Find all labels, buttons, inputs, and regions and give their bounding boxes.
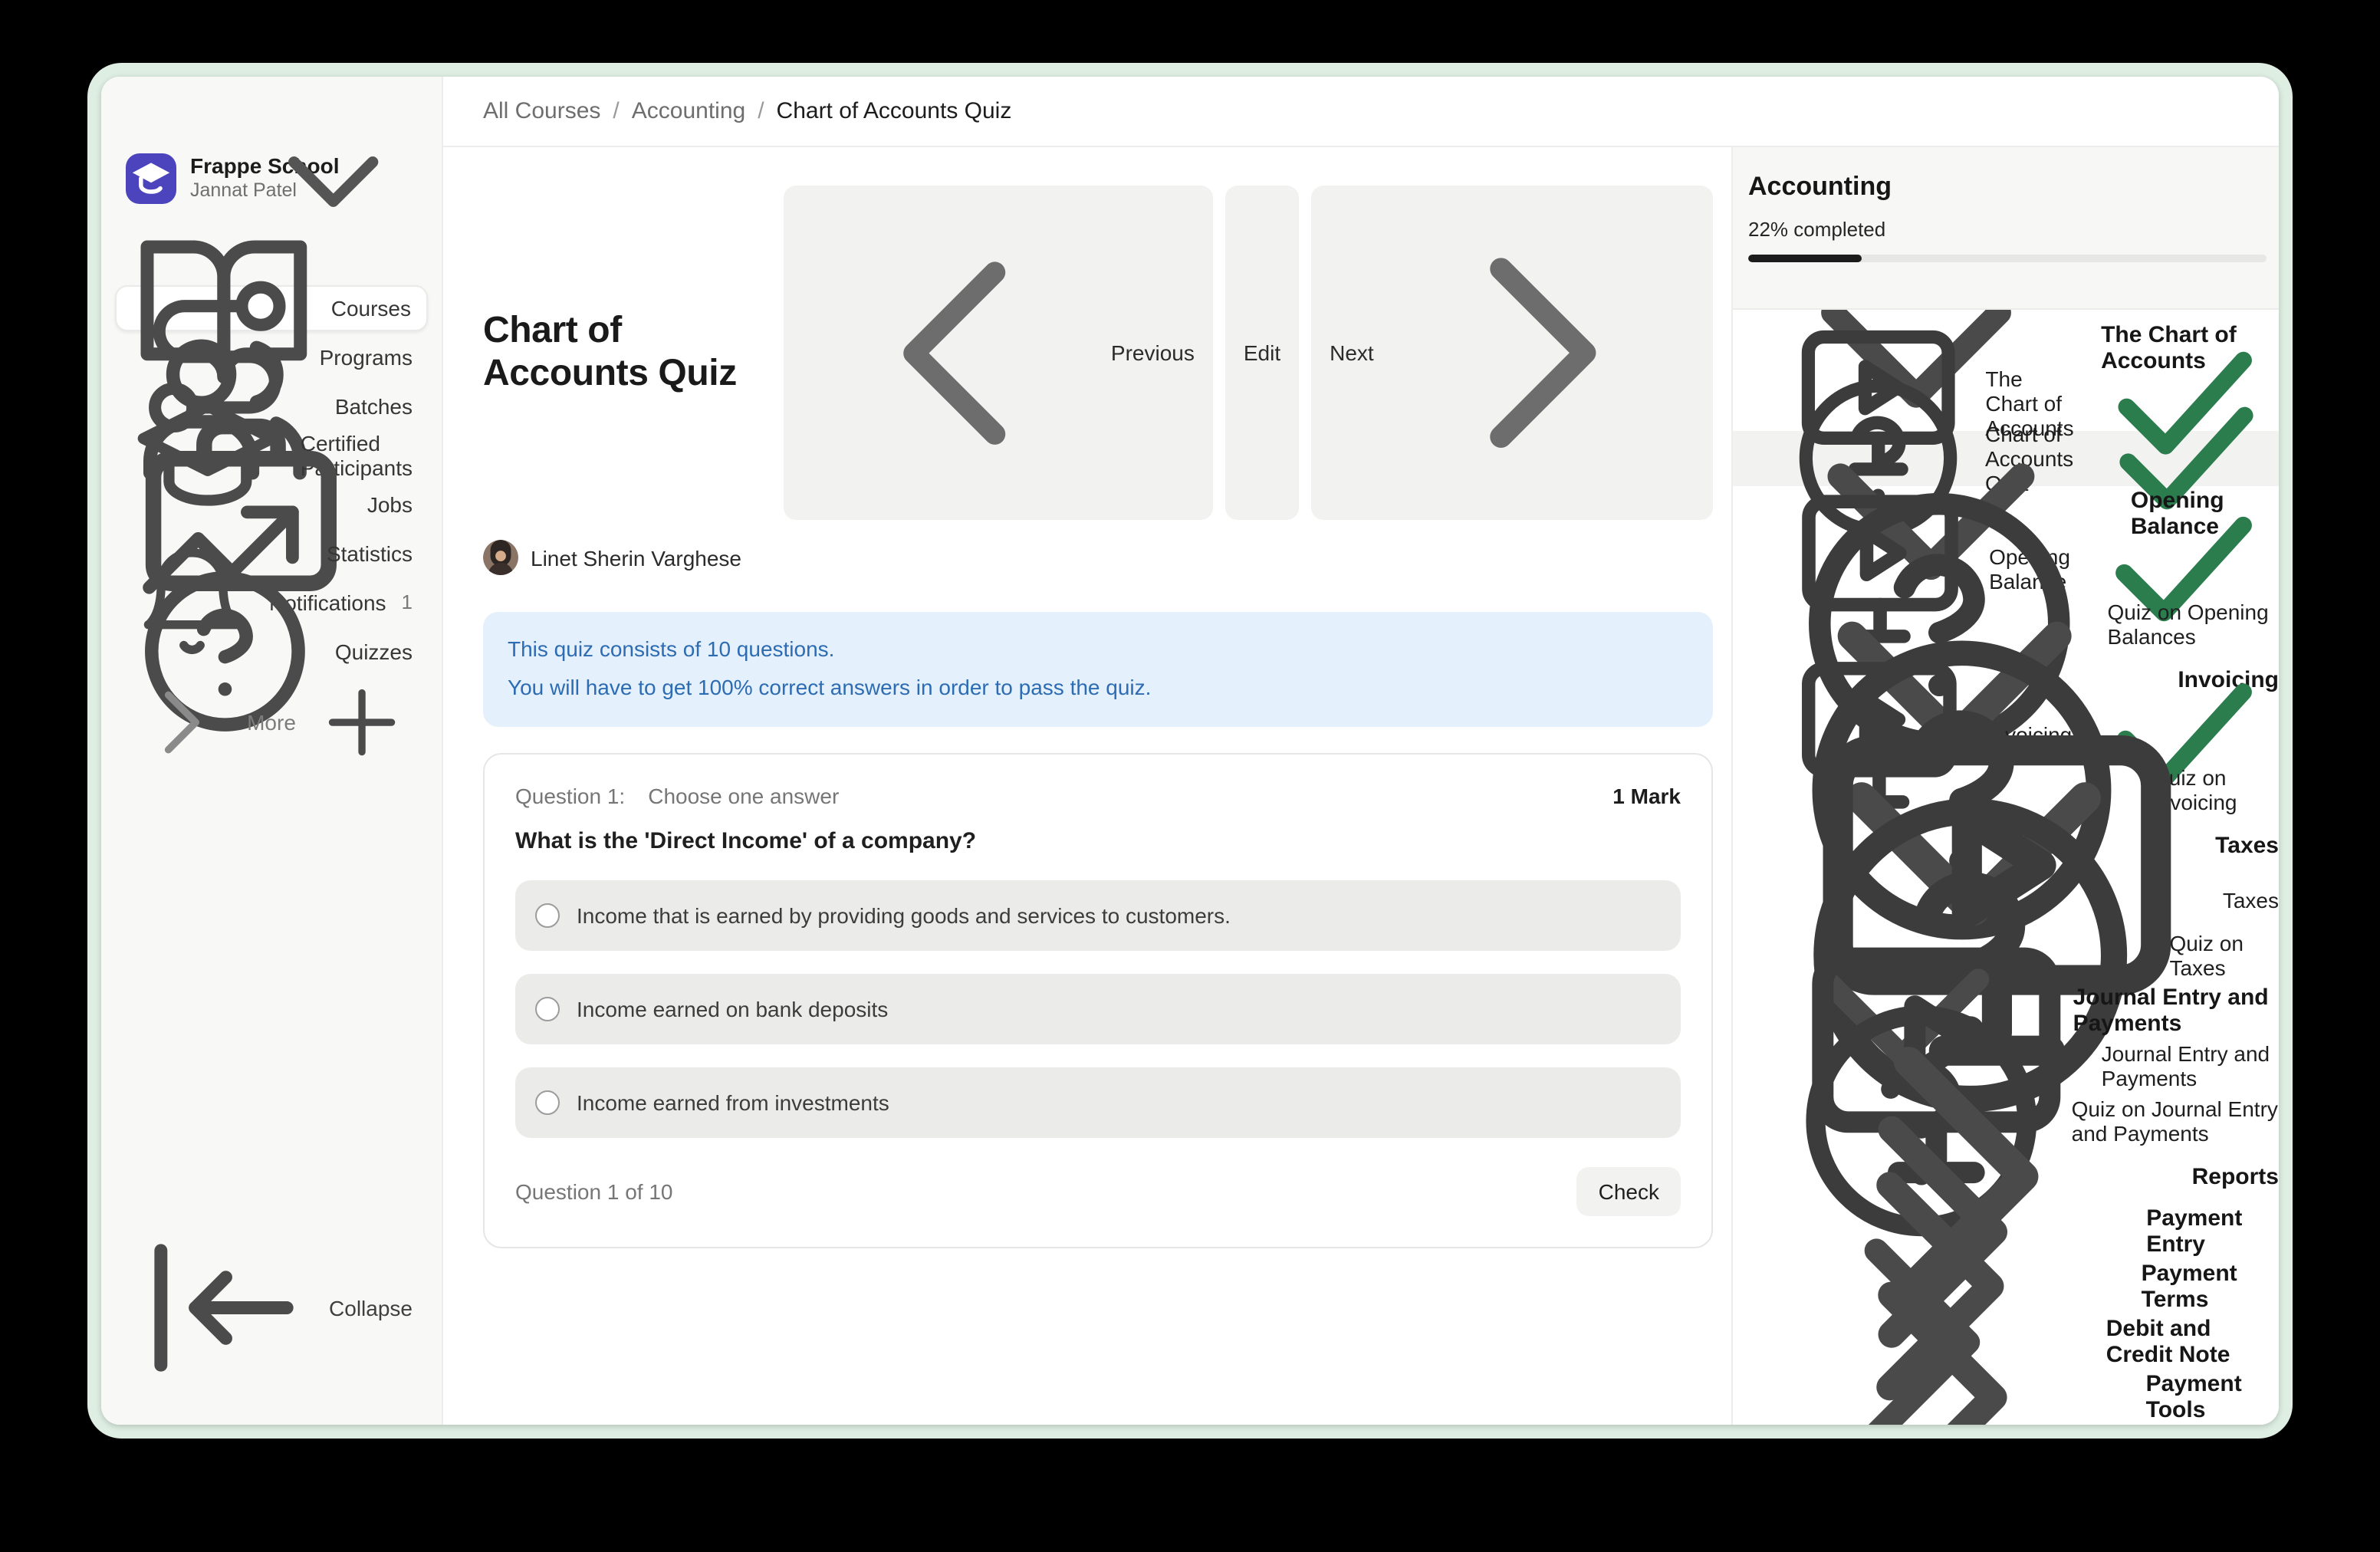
screen: Frappe School Jannat Patel Courses Progr…: [0, 0, 2380, 1552]
section-label: Payment Tools: [2146, 1371, 2279, 1423]
next-button[interactable]: Next: [1311, 186, 1713, 520]
quiz-option-3[interactable]: Income earned from investments: [515, 1067, 1681, 1137]
notice-line-1: This quiz consists of 10 questions.: [508, 630, 1688, 669]
previous-label: Previous: [1111, 340, 1195, 365]
course-outline: The Chart of Accounts The Chart of Accou…: [1733, 310, 2279, 1425]
question-card-header: Question 1: Choose one answer 1 Mark: [515, 783, 1681, 807]
radio-button[interactable]: [535, 996, 560, 1021]
question-number: Question 1:: [515, 783, 625, 807]
quiz-option-1[interactable]: Income that is earned by providing goods…: [515, 880, 1681, 950]
content-row: Chart of Accounts Quiz Previous Edit Nex…: [443, 147, 2279, 1425]
title-actions: Previous Edit Next: [784, 186, 1713, 520]
notification-count-badge: 1: [402, 590, 413, 613]
page-title: Chart of Accounts Quiz: [483, 310, 784, 396]
section-label: Payment Entry: [2146, 1205, 2279, 1258]
chevron-left-icon: [802, 203, 1100, 501]
sidebar-nav: Courses Programs Batches Certified Parti…: [115, 284, 428, 674]
main-area: All Courses / Accounting / Chart of Accounts…: [443, 77, 2279, 1425]
check-button[interactable]: Check: [1577, 1166, 1681, 1215]
more-label: More: [247, 709, 296, 734]
workspace-user: Jannat Patel: [190, 180, 242, 204]
sidebar-item-label: Statistics: [327, 541, 413, 565]
edit-label: Edit: [1244, 340, 1280, 365]
next-label: Next: [1330, 340, 1374, 365]
breadcrumb-separator: /: [758, 98, 764, 124]
progress-bar-fill: [1748, 255, 1862, 262]
title-row: Chart of Accounts Quiz Previous Edit Nex…: [483, 186, 1713, 520]
section-label: Debit and Credit Note: [2106, 1316, 2279, 1368]
main-content: Chart of Accounts Quiz Previous Edit Nex…: [443, 147, 1731, 1425]
course-instructor: Linet Sherin Varghese: [483, 540, 1713, 575]
notice-line-2: You will have to get 100% correct answer…: [508, 669, 1688, 708]
sidebar-item-quizzes[interactable]: Quizzes: [115, 628, 428, 674]
lesson-label: Quiz on Taxes: [2169, 931, 2279, 980]
sidebar-item-label: Quizzes: [335, 639, 413, 663]
radio-button[interactable]: [535, 1090, 560, 1114]
sidebar-item-label: Courses: [331, 295, 411, 320]
quiz-instructions-banner: This quiz consists of 10 questions. You …: [483, 612, 1713, 726]
collapse-sidebar-button[interactable]: Collapse: [115, 1208, 428, 1409]
outline-section-payment-tools[interactable]: Payment Tools: [1733, 1370, 2279, 1425]
breadcrumb-all-courses[interactable]: All Courses: [483, 98, 600, 124]
section-label: Taxes: [2215, 832, 2279, 858]
breadcrumb-accounting[interactable]: Accounting: [632, 98, 745, 124]
workspace-title: Frappe School: [190, 153, 242, 180]
instructor-avatar: [483, 540, 518, 575]
radio-button[interactable]: [535, 903, 560, 927]
chevron-right-icon: [1750, 1208, 2128, 1425]
option-label: Income earned on bank deposits: [577, 996, 888, 1021]
question-text: What is the 'Direct Income' of a company…: [515, 827, 1681, 853]
question-progress: Question 1 of 10: [515, 1179, 673, 1203]
question-marks: 1 Mark: [1612, 783, 1681, 807]
workspace-info: Frappe School Jannat Patel: [190, 153, 242, 204]
question-card: Question 1: Choose one answer 1 Mark Wha…: [483, 752, 1713, 1248]
app-window: Frappe School Jannat Patel Courses Progr…: [101, 77, 2279, 1425]
course-outline-panel: Accounting 22% completed The Chart of Ac…: [1731, 147, 2279, 1425]
frappe-school-logo: [126, 153, 176, 204]
breadcrumb-separator: /: [613, 98, 619, 124]
section-label: Payment Terms: [2142, 1261, 2279, 1313]
edit-button[interactable]: Edit: [1225, 186, 1299, 520]
question-instruction: Choose one answer: [648, 783, 839, 807]
question-card-footer: Question 1 of 10 Check: [515, 1166, 1681, 1215]
previous-button[interactable]: Previous: [784, 186, 1213, 520]
breadcrumb: All Courses / Accounting / Chart of Accounts…: [443, 77, 2279, 147]
option-label: Income earned from investments: [577, 1090, 889, 1114]
sidebar-item-label: Programs: [320, 344, 413, 369]
left-sidebar: Frappe School Jannat Patel Courses Progr…: [101, 77, 443, 1425]
breadcrumb-chart-of-accounts-quiz: Chart of Accounts Quiz: [777, 98, 1012, 124]
course-progress-label: 22% completed: [1748, 218, 2267, 241]
graduation-cap-icon: [126, 153, 176, 204]
course-title: Accounting: [1748, 172, 2267, 202]
progress-bar: [1748, 255, 2267, 262]
option-label: Income that is earned by providing goods…: [577, 903, 1231, 927]
chevron-right-icon: [130, 671, 232, 772]
lesson-label: Taxes: [2223, 888, 2279, 912]
instructor-name: Linet Sherin Varghese: [531, 545, 741, 570]
course-progress-header: Accounting 22% completed: [1733, 147, 2279, 310]
window-frame: Frappe School Jannat Patel Courses Progr…: [87, 63, 2293, 1439]
sidebar-item-label: Jobs: [367, 492, 413, 516]
plus-icon[interactable]: [311, 671, 413, 772]
quiz-option-2[interactable]: Income earned on bank deposits: [515, 973, 1681, 1044]
options-list: Income that is earned by providing goods…: [515, 880, 1681, 1137]
collapse-icon: [130, 1217, 314, 1400]
section-label: Reports: [2192, 1163, 2279, 1189]
sidebar-item-more[interactable]: More: [115, 699, 428, 745]
chevron-right-icon: [1385, 198, 1695, 508]
collapse-label: Collapse: [329, 1296, 413, 1320]
